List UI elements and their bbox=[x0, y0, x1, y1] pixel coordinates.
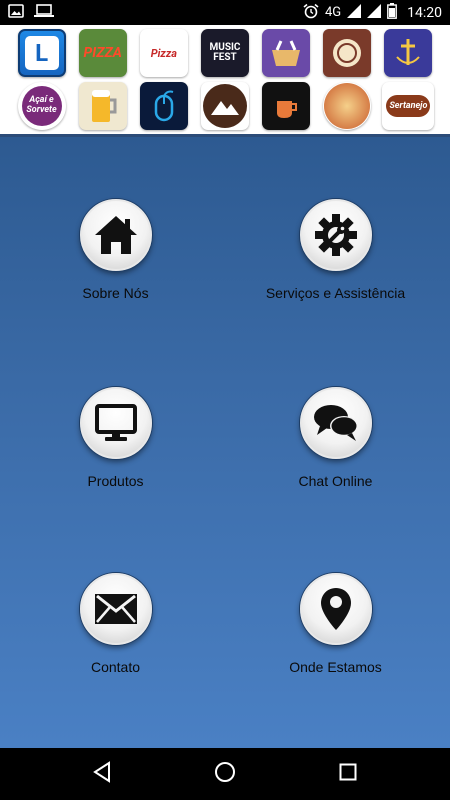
menu-item-chat[interactable]: Chat Online bbox=[223, 387, 448, 527]
app-icon-pizza[interactable]: PIZZA bbox=[78, 29, 127, 77]
app-icon-music-fest[interactable]: MUSIC FEST bbox=[200, 29, 249, 77]
app-icon-l[interactable]: L bbox=[17, 29, 66, 77]
menu-label: Contato bbox=[90, 659, 141, 675]
app-icon-basket[interactable] bbox=[262, 29, 311, 77]
battery-icon bbox=[387, 2, 398, 23]
menu-button-servicos[interactable] bbox=[299, 199, 372, 271]
menu-item-servicos[interactable]: Serviços e Assistência bbox=[223, 199, 448, 339]
chat-bubbles-icon bbox=[312, 402, 360, 444]
menu-item-produtos[interactable]: Produtos bbox=[3, 387, 228, 527]
menu-item-onde-estamos[interactable]: Onde Estamos bbox=[223, 573, 448, 713]
back-button[interactable] bbox=[82, 754, 122, 794]
signal-icon bbox=[347, 3, 362, 22]
monitor-icon bbox=[94, 403, 138, 443]
app-icon-food[interactable] bbox=[323, 82, 372, 130]
gear-wrench-icon bbox=[313, 212, 359, 258]
image-icon bbox=[8, 3, 24, 22]
map-pin-icon bbox=[319, 586, 353, 632]
recents-button[interactable] bbox=[328, 754, 368, 794]
app-icon-sertanejo[interactable]: Sertanejo bbox=[382, 82, 435, 130]
menu-button-sobre-nos[interactable] bbox=[79, 199, 152, 271]
status-bar: 4G 14:20 bbox=[0, 0, 450, 25]
menu-button-produtos[interactable] bbox=[79, 387, 152, 459]
home-button[interactable] bbox=[205, 754, 245, 794]
back-icon bbox=[92, 761, 112, 787]
menu-item-sobre-nos[interactable]: Sobre Nós bbox=[3, 199, 228, 339]
envelope-icon bbox=[93, 592, 139, 626]
app-icon-l-label: L bbox=[24, 36, 59, 70]
menu-label: Produtos bbox=[87, 473, 144, 489]
recents-icon bbox=[339, 763, 357, 785]
home-icon bbox=[93, 214, 139, 256]
app-icon-mouse[interactable] bbox=[139, 82, 188, 130]
laptop-icon bbox=[34, 3, 54, 22]
app-icon-acai-label: Açaí e Sorvete bbox=[21, 86, 62, 126]
food-platter-icon bbox=[324, 83, 371, 129]
menu-label: Chat Online bbox=[298, 473, 373, 489]
app-icon-chef-pizza[interactable]: Pizza bbox=[139, 29, 188, 77]
menu-label: Sobre Nós bbox=[82, 285, 149, 301]
navigation-bar bbox=[0, 748, 450, 800]
app-icon-sertanejo-label: Sertanejo bbox=[386, 95, 431, 117]
app-icon-beer[interactable] bbox=[78, 82, 127, 130]
menu-label: Serviços e Assistência bbox=[265, 285, 406, 301]
app-icon-cafe[interactable] bbox=[262, 82, 311, 130]
signal-icon bbox=[367, 3, 382, 22]
menu-label: Onde Estamos bbox=[289, 659, 382, 675]
network-type: 4G bbox=[324, 5, 342, 20]
menu-button-chat[interactable] bbox=[299, 387, 372, 459]
menu-button-contato[interactable] bbox=[79, 573, 152, 645]
mountain-icon bbox=[202, 84, 247, 128]
home-circle-icon bbox=[214, 761, 236, 787]
app-icon-church[interactable] bbox=[384, 29, 433, 77]
app-banner[interactable]: L PIZZA Pizza MUSIC FEST Açaí e Sorvete … bbox=[0, 25, 450, 137]
app-icon-plate[interactable] bbox=[323, 29, 372, 77]
main-menu: Sobre Nós Serviços e Assistência Produto… bbox=[0, 137, 450, 748]
alarm-icon bbox=[303, 3, 319, 23]
app-icon-mountain[interactable] bbox=[200, 82, 249, 130]
menu-item-contato[interactable]: Contato bbox=[3, 573, 228, 713]
clock: 14:20 bbox=[407, 4, 442, 21]
menu-button-onde-estamos[interactable] bbox=[299, 573, 372, 645]
app-icon-acai[interactable]: Açaí e Sorvete bbox=[17, 82, 66, 130]
